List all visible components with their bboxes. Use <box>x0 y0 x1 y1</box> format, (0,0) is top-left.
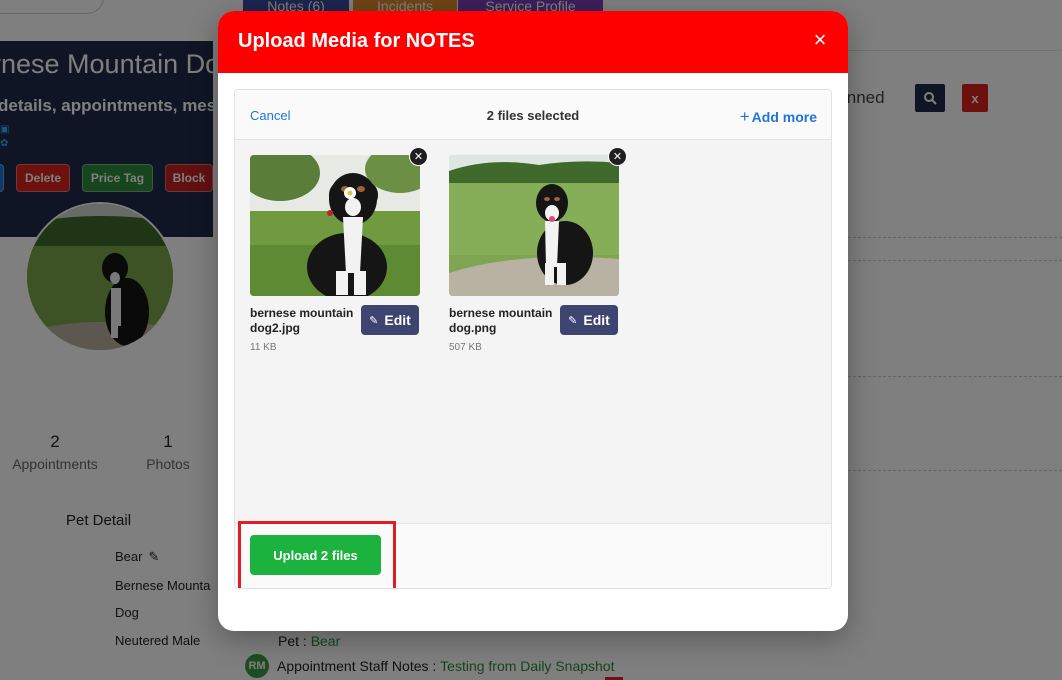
upload-media-modal: Upload Media for NOTES × Cancel 2 files … <box>218 11 848 631</box>
dog-photo-thumbnail <box>250 155 420 296</box>
file-size: 11 KB <box>250 342 277 353</box>
upload-footer: Upload 2 files <box>235 521 831 588</box>
file-name: bernese mountain dog2.jpg <box>250 306 354 335</box>
upload-toolbar: Cancel 2 files selected + Add more <box>235 90 831 140</box>
add-more-label: Add more <box>751 109 817 125</box>
file-item: ✕ bernese mountain dog2.jpg 11 KB ✎ Edit <box>250 147 428 355</box>
file-name: bernese mountain dog.png <box>449 306 553 335</box>
edit-label: Edit <box>384 312 411 328</box>
edit-label: Edit <box>583 312 610 328</box>
upload-dashboard: Cancel 2 files selected + Add more ✕ ber… <box>234 89 832 589</box>
cancel-button[interactable]: Cancel <box>250 108 290 123</box>
modal-header: Upload Media for NOTES × <box>218 11 848 73</box>
file-thumbnail <box>449 155 619 296</box>
file-item: ✕ bernese mountain dog.png 507 KB ✎ Edit <box>449 147 627 355</box>
remove-file-icon[interactable]: ✕ <box>409 147 428 166</box>
pencil-icon: ✎ <box>369 314 379 327</box>
dog-photo-thumbnail <box>449 155 619 296</box>
file-thumbnail <box>250 155 420 296</box>
file-size: 507 KB <box>449 342 482 353</box>
pencil-icon: ✎ <box>568 314 578 327</box>
edit-file-button[interactable]: ✎ Edit <box>560 305 618 335</box>
modal-title: Upload Media for NOTES <box>238 30 475 52</box>
remove-file-icon[interactable]: ✕ <box>608 147 627 166</box>
upload-files-button[interactable]: Upload 2 files <box>250 535 381 575</box>
close-icon[interactable]: × <box>810 29 830 51</box>
plus-icon: + <box>739 107 750 126</box>
edit-file-button[interactable]: ✎ Edit <box>361 305 419 335</box>
add-more-button[interactable]: + Add more <box>740 107 817 127</box>
